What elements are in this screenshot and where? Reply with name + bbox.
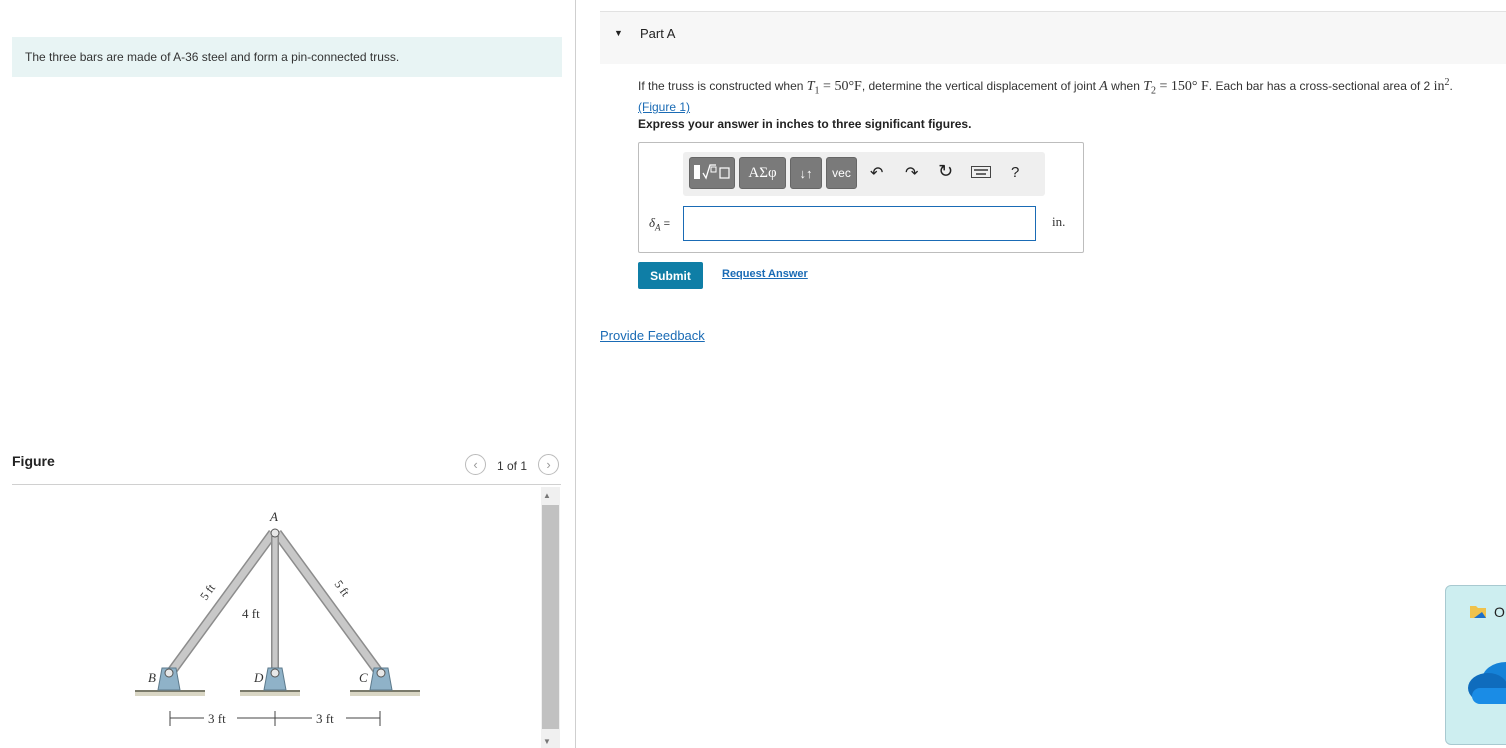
scroll-down-icon[interactable]: ▼ [543,737,551,746]
truss-diagram: A B D C 5 ft 5 ft 4 ft 3 ft 3 ft [135,509,420,726]
label-c: C [359,670,368,685]
label-d: D [253,670,264,685]
folder-icon [1470,606,1486,618]
scroll-up-icon[interactable]: ▲ [543,491,551,500]
q-when: when [1107,79,1144,93]
reset-icon[interactable]: ↻ [938,161,953,182]
intro-text: The three bars are made of A-36 steel an… [25,50,400,64]
label-a: A [269,509,278,524]
t2-symbol: T [1143,79,1151,94]
joint-a: A [1099,79,1108,94]
q-pre: If the truss is constructed when [638,79,807,93]
chevron-right-icon: › [546,457,551,472]
help-icon[interactable]: ? [1011,164,1019,181]
keyboard-icon[interactable] [971,165,991,183]
panel-divider [575,0,576,748]
equals-sign: = [660,218,671,230]
answer-input[interactable] [683,206,1036,241]
instruction-text: Express your answer in inches to three s… [638,117,972,131]
bar-ab-face [166,530,276,678]
caret-down-icon[interactable]: ▼ [614,28,623,38]
dim-left-span: 3 ft [208,711,226,726]
pin-d [270,668,280,678]
q-mid: , determine the vertical displacement of… [861,79,1100,93]
dim-right-span: 3 ft [316,711,334,726]
templates-button[interactable] [689,157,735,189]
q-end: . [1449,79,1453,93]
pin-a [270,528,280,538]
q-post: . Each bar has a cross-sectional area of… [1208,79,1434,93]
answer-label: δA = [649,215,670,233]
prev-figure-button[interactable]: ‹ [465,454,486,475]
fraction-sqrt-icon [692,162,732,185]
question-text: If the truss is constructed when T1 = 50… [638,75,1453,115]
ground-hatch-c [350,692,420,696]
onedrive-cloud-icon [1468,662,1506,704]
submit-button[interactable]: Submit [638,262,703,289]
answer-unit: in. [1052,214,1066,229]
scrollbar-thumb[interactable] [542,505,559,729]
next-figure-button[interactable]: › [538,454,559,475]
provide-feedback-link[interactable]: Provide Feedback [600,328,705,343]
t2-value: = 150° F [1156,79,1209,94]
pin-c [376,668,386,678]
figure-page-counter: 1 of 1 [497,459,528,473]
figure-heading: Figure [12,453,55,469]
dim-left-bar: 5 ft [197,581,218,603]
problem-intro: The three bars are made of A-36 steel an… [12,37,562,77]
figure-divider [12,484,561,485]
vector-button[interactable]: vec [826,157,857,189]
t1-symbol: T [806,79,815,94]
redo-icon[interactable]: ↷ [905,163,918,183]
undo-icon[interactable]: ↶ [870,163,883,183]
part-a-header[interactable] [600,11,1506,64]
greek-symbols-button[interactable]: ΑΣφ [739,157,786,189]
ground-hatch-b [135,692,205,696]
t1-value: = 50°F [819,79,862,94]
ground-hatch-d [240,692,300,696]
left-panel: The three bars are made of A-36 steel an… [0,0,576,748]
request-answer-link[interactable]: Request Answer [722,268,808,280]
label-b: B [148,670,156,685]
notification-text: O [1494,604,1505,620]
area-unit: in [1433,79,1445,94]
bar-ac-face [274,530,384,678]
dim-right-bar: 5 ft [332,578,353,600]
arrows-button[interactable]: ↓↑ [790,157,822,189]
dim-middle-bar: 4 ft [242,606,260,621]
part-title: Part A [640,26,676,41]
pin-b [164,668,174,678]
figure-link[interactable]: (Figure 1) [638,100,690,114]
chevron-left-icon: ‹ [473,457,478,472]
